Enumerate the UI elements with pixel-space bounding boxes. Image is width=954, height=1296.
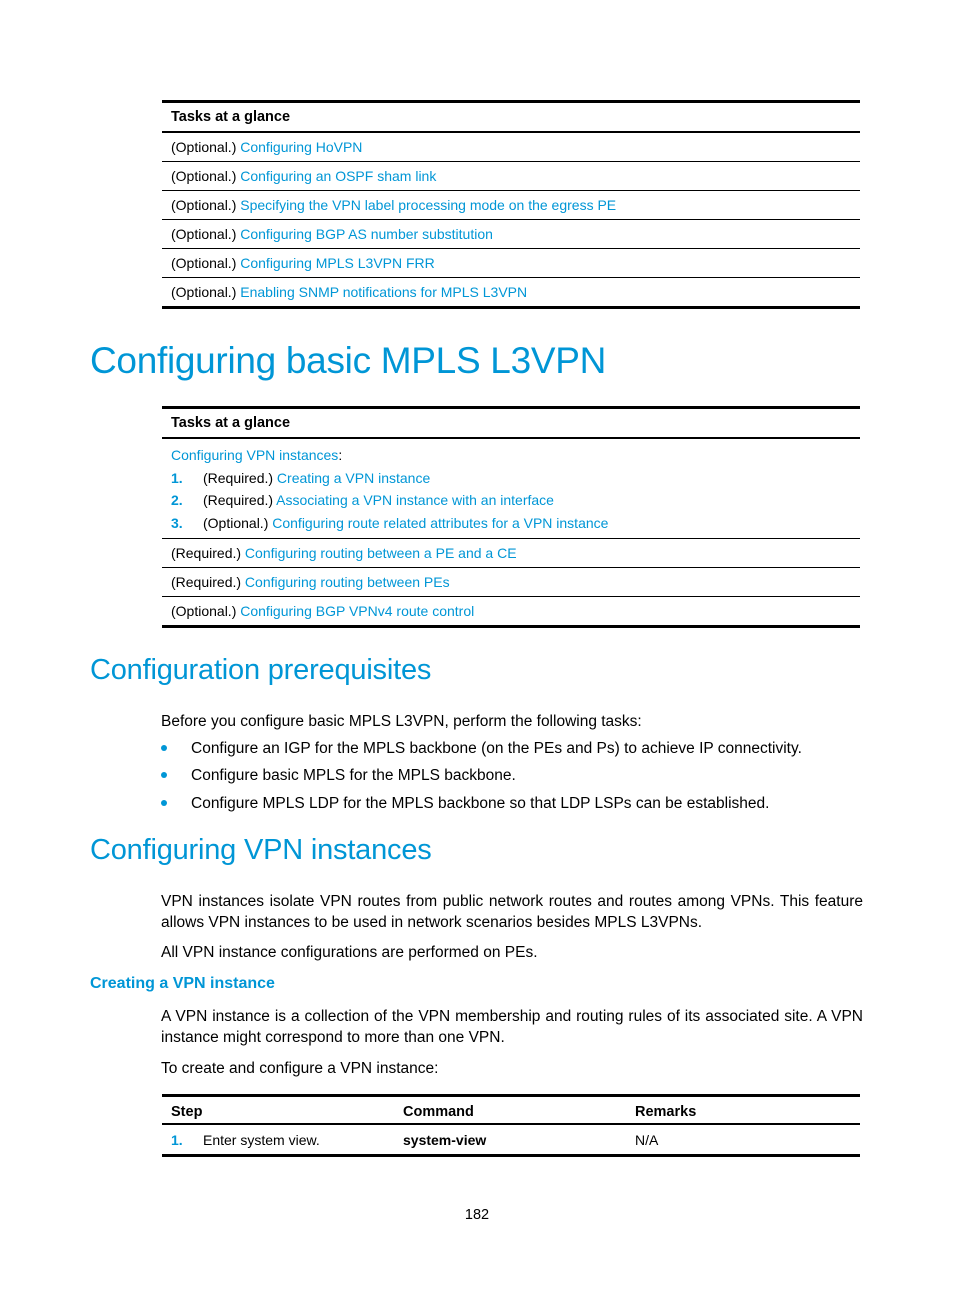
- steps-table-header: Step Command Remarks: [162, 1097, 860, 1125]
- vpn-paragraph-4: To create and configure a VPN instance:: [161, 1060, 439, 1077]
- column-header-command: Command: [403, 1104, 474, 1120]
- link-configuring-vpn-instances[interactable]: Configuring VPN instances: [171, 447, 338, 463]
- bullet-item: Configure an IGP for the MPLS backbone (…: [161, 738, 802, 759]
- bullet-item: Configure MPLS LDP for the MPLS backbone…: [161, 793, 769, 814]
- link-creating-vpn-instance[interactable]: Creating a VPN instance: [277, 470, 430, 486]
- bullet-icon: [161, 744, 167, 751]
- row-prefix: (Optional.): [171, 139, 241, 155]
- steps-table: Step Command Remarks 1. Enter system view…: [162, 1094, 860, 1157]
- bullet-text: Configure MPLS LDP for the MPLS backbone…: [191, 795, 770, 812]
- row-prefix: (Required.): [203, 469, 277, 486]
- link-routing-pe-ce[interactable]: Configuring routing between a PE and a C…: [245, 545, 517, 561]
- row-prefix: (Optional.): [171, 284, 241, 300]
- section-heading-basic-mpls-l3vpn: Configuring basic MPLS L3VPN: [90, 340, 607, 381]
- step-number: 1.: [171, 1132, 183, 1148]
- table-row-vpn-instances-group: Configuring VPN instances: 1. (Required.)…: [162, 439, 860, 539]
- subsection-heading-creating-vpn-instance: Creating a VPN instance: [90, 975, 275, 992]
- row-prefix: (Optional.): [171, 226, 241, 242]
- bullet-icon: [161, 799, 167, 806]
- table-row: (Optional.) Configuring MPLS L3VPN FRR: [162, 249, 860, 278]
- row-prefix: (Required.): [203, 492, 277, 508]
- row-prefix: (Optional.): [171, 197, 241, 213]
- group-suffix: :: [338, 447, 343, 463]
- step-number: 3.: [171, 514, 183, 531]
- section-heading-vpn-instances: Configuring VPN instances: [90, 834, 432, 866]
- table-row: (Optional.) Configuring HoVPN: [162, 133, 860, 162]
- row-prefix: (Optional.): [171, 603, 241, 619]
- table-header: Tasks at a glance: [162, 103, 860, 133]
- table-row: (Optional.) Enabling SNMP notifications …: [162, 278, 860, 309]
- bullet-icon: [161, 771, 167, 778]
- row-prefix: (Optional.): [171, 255, 241, 271]
- step-cell: 1. Enter system view.: [162, 1125, 395, 1154]
- column-header-step: Step: [171, 1104, 203, 1120]
- row-prefix: (Required.): [171, 545, 245, 561]
- link-route-related-attributes[interactable]: Configuring route related attributes for…: [272, 515, 608, 531]
- bullet-item: Configure basic MPLS for the MPLS backbo…: [161, 765, 516, 786]
- command-cell: system-view: [403, 1132, 487, 1148]
- link-bgp-as-substitution[interactable]: Configuring BGP AS number substitution: [240, 226, 493, 242]
- vpn-paragraph-3: A VPN instance is a collection of the VP…: [161, 1008, 863, 1046]
- list-item: 3. (Optional.) Configuring route related …: [171, 512, 851, 535]
- section-heading-prerequisites: Configuration prerequisites: [90, 654, 432, 686]
- table-row: (Optional.) Specifying the VPN label pro…: [162, 191, 860, 220]
- tasks-table-1: Tasks at a glance (Optional.) Configurin…: [162, 100, 860, 309]
- remarks-cell: N/A: [635, 1132, 659, 1148]
- vpn-paragraph-2: All VPN instance configurations are perf…: [161, 944, 538, 961]
- link-mpls-l3vpn-frr[interactable]: Configuring MPLS L3VPN FRR: [240, 255, 435, 271]
- row-prefix: (Optional.): [203, 514, 273, 531]
- link-bgp-vpnv4-route-control[interactable]: Configuring BGP VPNv4 route control: [240, 603, 474, 619]
- step-number: 2.: [171, 492, 183, 508]
- link-ospf-sham-link[interactable]: Configuring an OSPF sham link: [240, 168, 436, 184]
- table-row: 1. Enter system view. system-view N/A: [162, 1125, 860, 1157]
- link-associating-vpn-instance[interactable]: Associating a VPN instance with an inter…: [276, 492, 554, 508]
- bullet-text: Configure an IGP for the MPLS backbone (…: [191, 740, 802, 757]
- bullet-text: Configure basic MPLS for the MPLS backbo…: [191, 767, 516, 784]
- table-row: (Required.) Configuring routing between …: [162, 539, 860, 568]
- column-header-remarks: Remarks: [635, 1104, 697, 1120]
- vpn-paragraph-1: VPN instances isolate VPN routes from pu…: [161, 893, 863, 931]
- link-routing-between-pes[interactable]: Configuring routing between PEs: [245, 574, 450, 590]
- step-text: Enter system view.: [203, 1132, 320, 1148]
- row-prefix: (Required.): [171, 574, 245, 590]
- table-header: Tasks at a glance: [162, 409, 860, 439]
- step-number: 1.: [171, 469, 183, 486]
- link-vpn-label-processing[interactable]: Specifying the VPN label processing mode…: [240, 197, 616, 213]
- page-number: 182: [464, 1207, 490, 1223]
- list-item: 1. (Required.) Creating a VPN instance: [171, 467, 851, 490]
- table-row: (Optional.) Configuring an OSPF sham lin…: [162, 162, 860, 191]
- link-configuring-hovpn[interactable]: Configuring HoVPN: [240, 139, 362, 155]
- table-row: (Optional.) Configuring BGP AS number su…: [162, 220, 860, 249]
- tasks-table-2: Tasks at a glance Configuring VPN instan…: [162, 406, 860, 628]
- list-item: 2. (Required.) Associating a VPN instance…: [171, 489, 851, 512]
- prereq-intro: Before you configure basic MPLS L3VPN, p…: [161, 713, 642, 730]
- row-prefix: (Optional.): [171, 168, 241, 184]
- table-row: (Optional.) Configuring BGP VPNv4 route …: [162, 597, 860, 628]
- table-row: (Required.) Configuring routing between …: [162, 568, 860, 597]
- link-snmp-notifications[interactable]: Enabling SNMP notifications for MPLS L3V…: [240, 284, 527, 300]
